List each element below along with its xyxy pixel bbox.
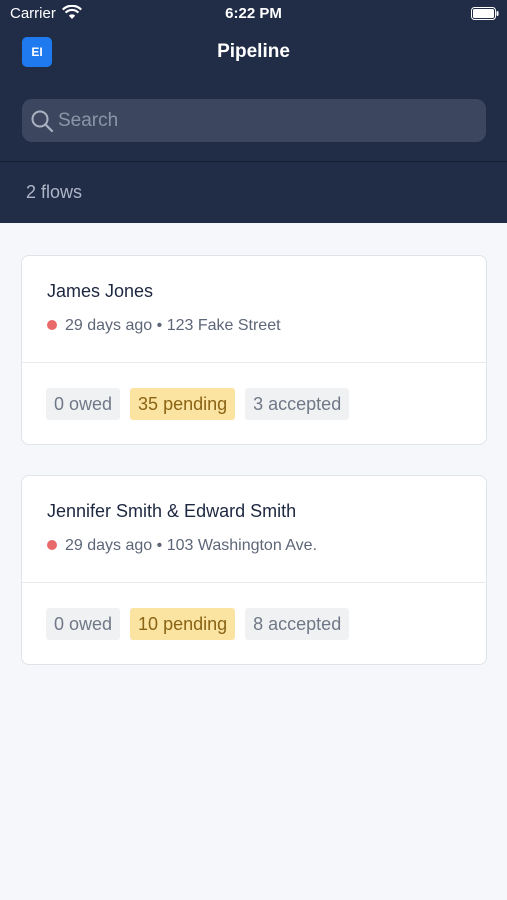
owed-badge: 0 owed xyxy=(46,608,121,640)
clock: 6:22 PM xyxy=(225,5,282,22)
card-divider xyxy=(22,362,486,363)
flow-age: 29 days ago xyxy=(65,317,153,334)
flow-badges: 0 owed 10 pending 8 accepted xyxy=(46,608,350,640)
pending-badge: 35 pending xyxy=(130,388,236,420)
flow-name: James Jones xyxy=(47,281,154,301)
flow-card[interactable]: James Jones 29 days ago • 123 Fake Stree… xyxy=(21,255,487,445)
flow-name: Jennifer Smith & Edward Smith xyxy=(47,501,297,521)
flow-meta: 29 days ago • 123 Fake Street xyxy=(47,317,281,335)
flow-address: 103 Washington Ave. xyxy=(166,537,318,554)
flow-meta: 29 days ago • 103 Washington Ave. xyxy=(47,537,317,555)
accepted-badge: 3 accepted xyxy=(245,388,350,420)
pending-badge: 10 pending xyxy=(130,608,236,640)
flow-age: 29 days ago xyxy=(65,537,153,554)
flow-card[interactable]: Jennifer Smith & Edward Smith 29 days ag… xyxy=(21,475,487,665)
status-dot xyxy=(47,540,57,550)
status-bar: Carrier 6:22 PM xyxy=(0,0,507,30)
app-header: Carrier 6:22 PM EI Pipeline Search 2 flo… xyxy=(0,0,507,223)
search-input[interactable]: Search xyxy=(22,99,486,142)
page-title: Pipeline xyxy=(217,41,290,62)
flow-address: 123 Fake Street xyxy=(166,317,281,334)
flow-count: 2 flows xyxy=(26,182,83,202)
search-placeholder: Search xyxy=(58,110,119,131)
search-icon xyxy=(31,110,54,133)
battery-icon xyxy=(471,7,499,20)
accepted-badge: 8 accepted xyxy=(245,608,350,640)
card-divider xyxy=(22,582,486,583)
owed-badge: 0 owed xyxy=(46,388,121,420)
flow-badges: 0 owed 35 pending 3 accepted xyxy=(46,388,350,420)
header-divider xyxy=(0,161,507,162)
status-dot xyxy=(47,320,57,330)
